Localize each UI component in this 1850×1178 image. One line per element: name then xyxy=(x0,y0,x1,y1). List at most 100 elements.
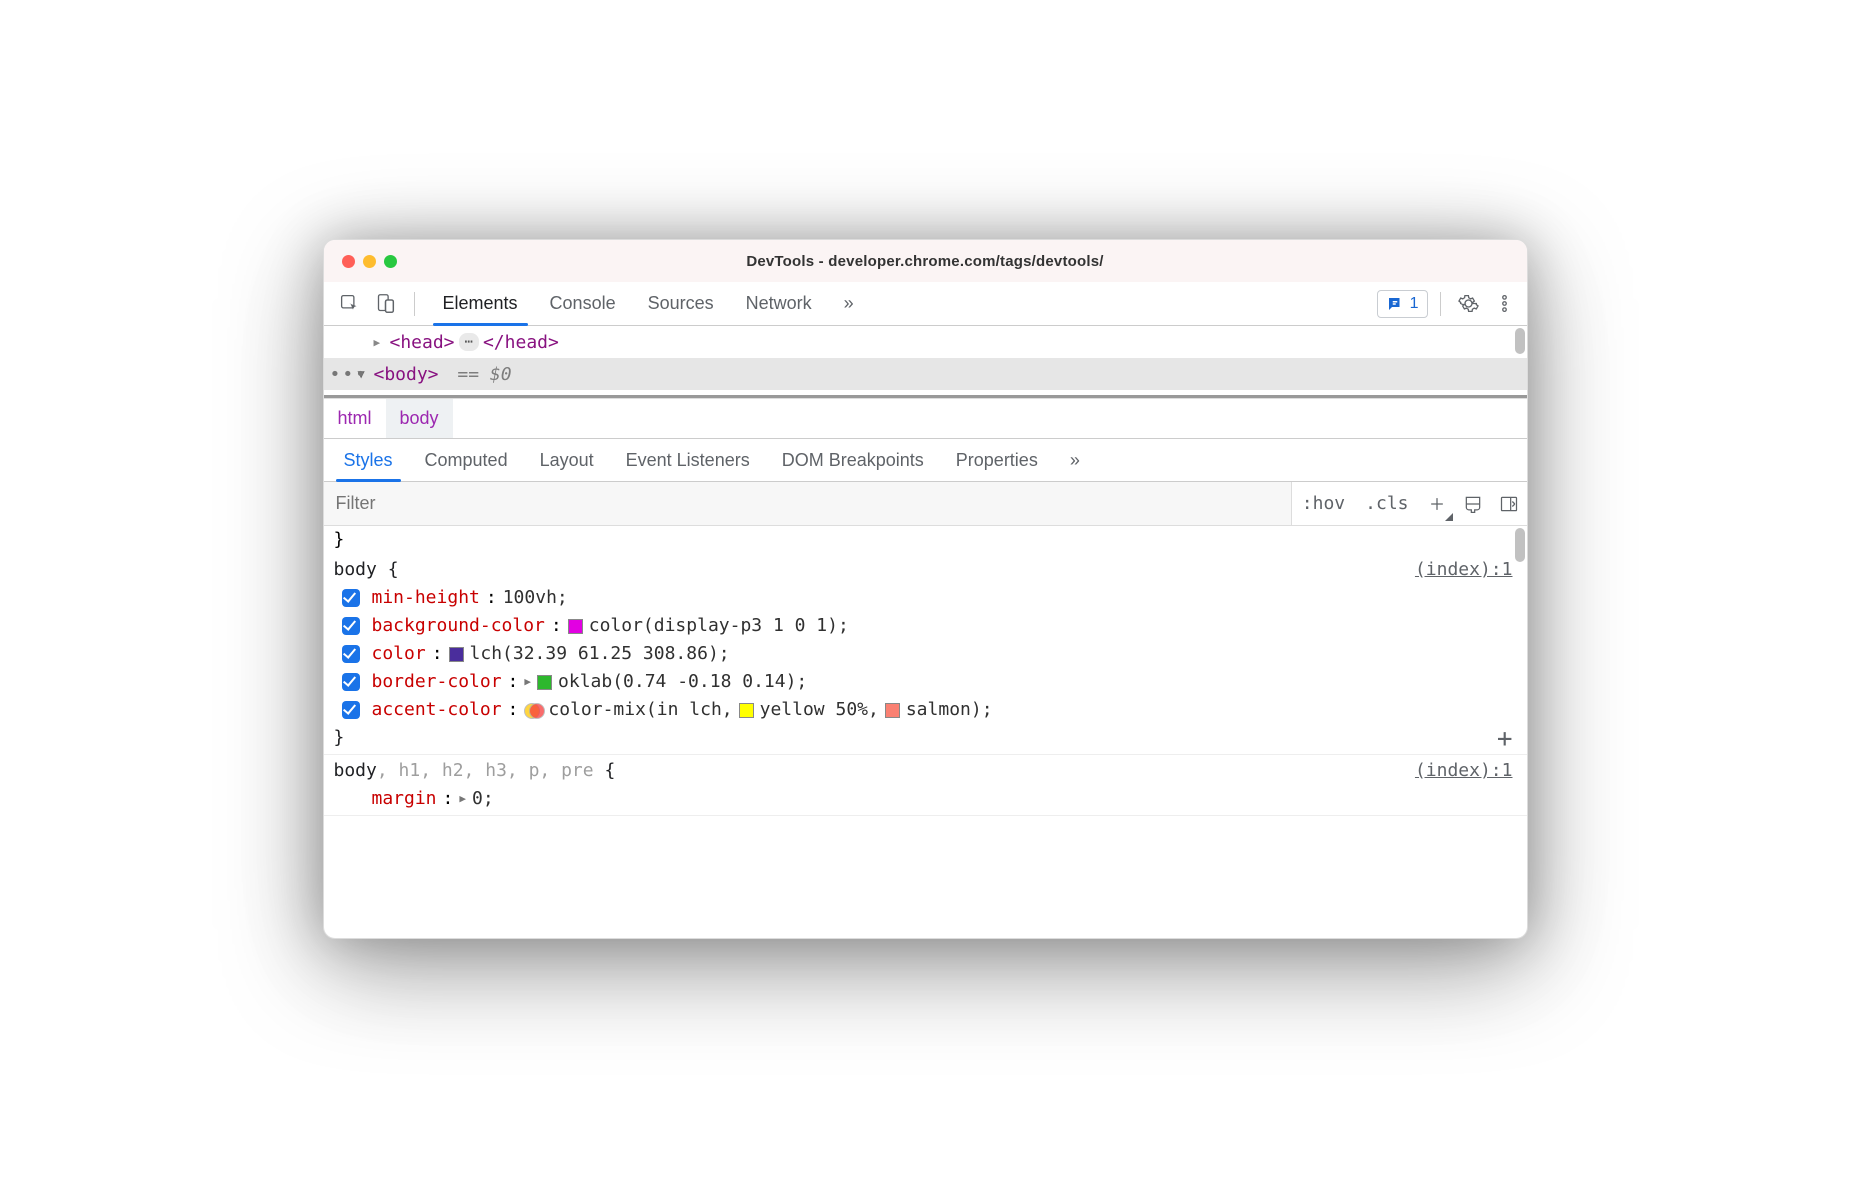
dom-tree[interactable]: ▶ <head> ⋯ </head> ••• ▼ <body> == $0 xyxy=(324,326,1527,398)
tab-label: Network xyxy=(746,293,812,314)
expand-arrow-icon[interactable]: ▶ xyxy=(374,336,384,349)
property-name[interactable]: color xyxy=(372,640,426,668)
css-declaration[interactable]: background-color:color(display-p3 1 0 1)… xyxy=(334,612,1513,640)
property-enable-checkbox[interactable] xyxy=(342,589,360,607)
main-toolbar: Elements Console Sources Network » 1 xyxy=(324,282,1527,326)
breadcrumb: html body xyxy=(324,398,1527,438)
new-style-rule-button[interactable] xyxy=(1419,482,1455,525)
property-name[interactable]: background-color xyxy=(372,612,545,640)
css-declaration[interactable]: border-color:▶oklab(0.74 -0.18 0.14); xyxy=(334,668,1513,696)
tab-sources[interactable]: Sources xyxy=(632,282,730,325)
sidetab-label: Properties xyxy=(956,450,1038,471)
property-name[interactable]: min-height xyxy=(372,584,480,612)
property-value[interactable]: 0; xyxy=(472,785,494,813)
tab-console[interactable]: Console xyxy=(534,282,632,325)
property-value[interactable]: salmon); xyxy=(906,696,993,724)
color-swatch-icon[interactable] xyxy=(739,703,754,718)
css-declaration[interactable]: color:lch(32.39 61.25 308.86); xyxy=(334,640,1513,668)
css-rule[interactable]: (index):1body, h1, h2, h3, p, pre {margi… xyxy=(324,755,1527,816)
breadcrumb-item-body[interactable]: body xyxy=(386,399,453,438)
property-name[interactable]: border-color xyxy=(372,668,502,696)
property-name[interactable]: margin xyxy=(372,785,437,813)
sidetab-label: Event Listeners xyxy=(626,450,750,471)
styles-pane[interactable]: }(index):1body {min-height:100vh;backgro… xyxy=(324,526,1527,938)
sidetab-dom-breakpoints[interactable]: DOM Breakpoints xyxy=(768,439,938,481)
window-title: DevTools - developer.chrome.com/tags/dev… xyxy=(324,253,1527,270)
dom-scrollbar[interactable] xyxy=(1513,326,1527,398)
dom-tag-open: <body> xyxy=(374,364,439,385)
property-enable-checkbox[interactable] xyxy=(342,645,360,663)
css-declaration[interactable]: accent-color:color-mix(in lch, yellow 50… xyxy=(334,696,1513,724)
inspect-element-icon[interactable] xyxy=(334,288,366,320)
rule-selector[interactable]: body, h1, h2, h3, p, pre { xyxy=(334,757,1513,785)
selection-dots-icon: ••• xyxy=(330,364,369,385)
property-value[interactable]: 100vh; xyxy=(503,584,568,612)
rule-source-link[interactable]: (index):1 xyxy=(1415,556,1513,584)
brush-icon xyxy=(1463,494,1483,514)
plus-icon xyxy=(1427,494,1447,514)
sidetab-properties[interactable]: Properties xyxy=(942,439,1052,481)
sidetab-label: DOM Breakpoints xyxy=(782,450,924,471)
rule-close-brace: } xyxy=(334,724,1513,752)
sidetab-label: Computed xyxy=(425,450,508,471)
color-swatch-icon[interactable] xyxy=(449,647,464,662)
toolbar-divider xyxy=(414,292,415,316)
cls-label: .cls xyxy=(1365,493,1408,514)
rule-selector[interactable]: body { xyxy=(334,556,1513,584)
sidetab-styles[interactable]: Styles xyxy=(330,439,407,481)
property-enable-checkbox[interactable] xyxy=(342,701,360,719)
tabs-overflow-button[interactable]: » xyxy=(828,282,870,325)
insert-rule-below-button[interactable]: + xyxy=(1497,726,1513,752)
css-rule[interactable]: (index):1body {min-height:100vh;backgrou… xyxy=(324,554,1527,755)
sidetab-event-listeners[interactable]: Event Listeners xyxy=(612,439,764,481)
css-declaration[interactable]: margin:▶0; xyxy=(334,785,1513,813)
toolbar-divider xyxy=(1440,292,1441,316)
styles-filter-row: :hov .cls xyxy=(324,482,1527,526)
css-declaration[interactable]: min-height:100vh; xyxy=(334,584,1513,612)
gear-icon[interactable] xyxy=(1453,288,1485,320)
tab-network[interactable]: Network xyxy=(730,282,828,325)
breadcrumb-item-html[interactable]: html xyxy=(324,399,386,438)
device-toolbar-icon[interactable] xyxy=(370,288,402,320)
sidetab-label: Styles xyxy=(344,450,393,471)
property-value[interactable]: color(display-p3 1 0 1); xyxy=(589,612,849,640)
sidetab-computed[interactable]: Computed xyxy=(411,439,522,481)
color-swatch-icon[interactable] xyxy=(885,703,900,718)
tab-label: Sources xyxy=(648,293,714,314)
overflow-glyph: » xyxy=(844,293,854,314)
color-swatch-icon[interactable] xyxy=(537,675,552,690)
dom-node-body-selected[interactable]: ••• ▼ <body> == $0 xyxy=(324,358,1527,390)
property-enable-checkbox[interactable] xyxy=(342,673,360,691)
tab-elements[interactable]: Elements xyxy=(427,282,534,325)
collapsed-ellipsis-icon[interactable]: ⋯ xyxy=(459,333,479,351)
dom-node-head[interactable]: ▶ <head> ⋯ </head> xyxy=(324,326,1527,358)
sidetabs-overflow-button[interactable]: » xyxy=(1056,439,1094,481)
hov-label: :hov xyxy=(1302,493,1345,514)
issues-button[interactable]: 1 xyxy=(1377,290,1428,318)
sidebar-tabs: Styles Computed Layout Event Listeners D… xyxy=(324,438,1527,482)
color-mix-swatch-icon[interactable] xyxy=(524,701,542,719)
tab-label: Elements xyxy=(443,293,518,314)
property-value[interactable]: color-mix(in lch, xyxy=(548,696,732,724)
cls-toggle-button[interactable]: .cls xyxy=(1355,482,1418,525)
paint-brush-icon[interactable] xyxy=(1455,482,1491,525)
color-swatch-icon[interactable] xyxy=(568,619,583,634)
property-value[interactable]: lch(32.39 61.25 308.86); xyxy=(470,640,730,668)
titlebar: DevTools - developer.chrome.com/tags/dev… xyxy=(324,240,1527,282)
property-name[interactable]: accent-color xyxy=(372,696,502,724)
issues-icon xyxy=(1386,295,1404,313)
property-value[interactable]: yellow 50%, xyxy=(760,696,879,724)
hov-toggle-button[interactable]: :hov xyxy=(1292,482,1355,525)
styles-filter-input[interactable] xyxy=(324,482,1292,525)
computed-panel-toggle-icon[interactable] xyxy=(1491,482,1527,525)
overflow-glyph: » xyxy=(1070,450,1080,471)
tab-label: Console xyxy=(550,293,616,314)
breadcrumb-label: html xyxy=(338,408,372,429)
kebab-menu-icon[interactable] xyxy=(1489,288,1521,320)
property-enable-checkbox[interactable] xyxy=(342,617,360,635)
sidetab-layout[interactable]: Layout xyxy=(526,439,608,481)
rule-source-link[interactable]: (index):1 xyxy=(1415,757,1513,785)
expand-shorthand-icon[interactable]: ▶ xyxy=(524,668,531,696)
property-value[interactable]: oklab(0.74 -0.18 0.14); xyxy=(558,668,807,696)
expand-shorthand-icon[interactable]: ▶ xyxy=(459,785,466,813)
